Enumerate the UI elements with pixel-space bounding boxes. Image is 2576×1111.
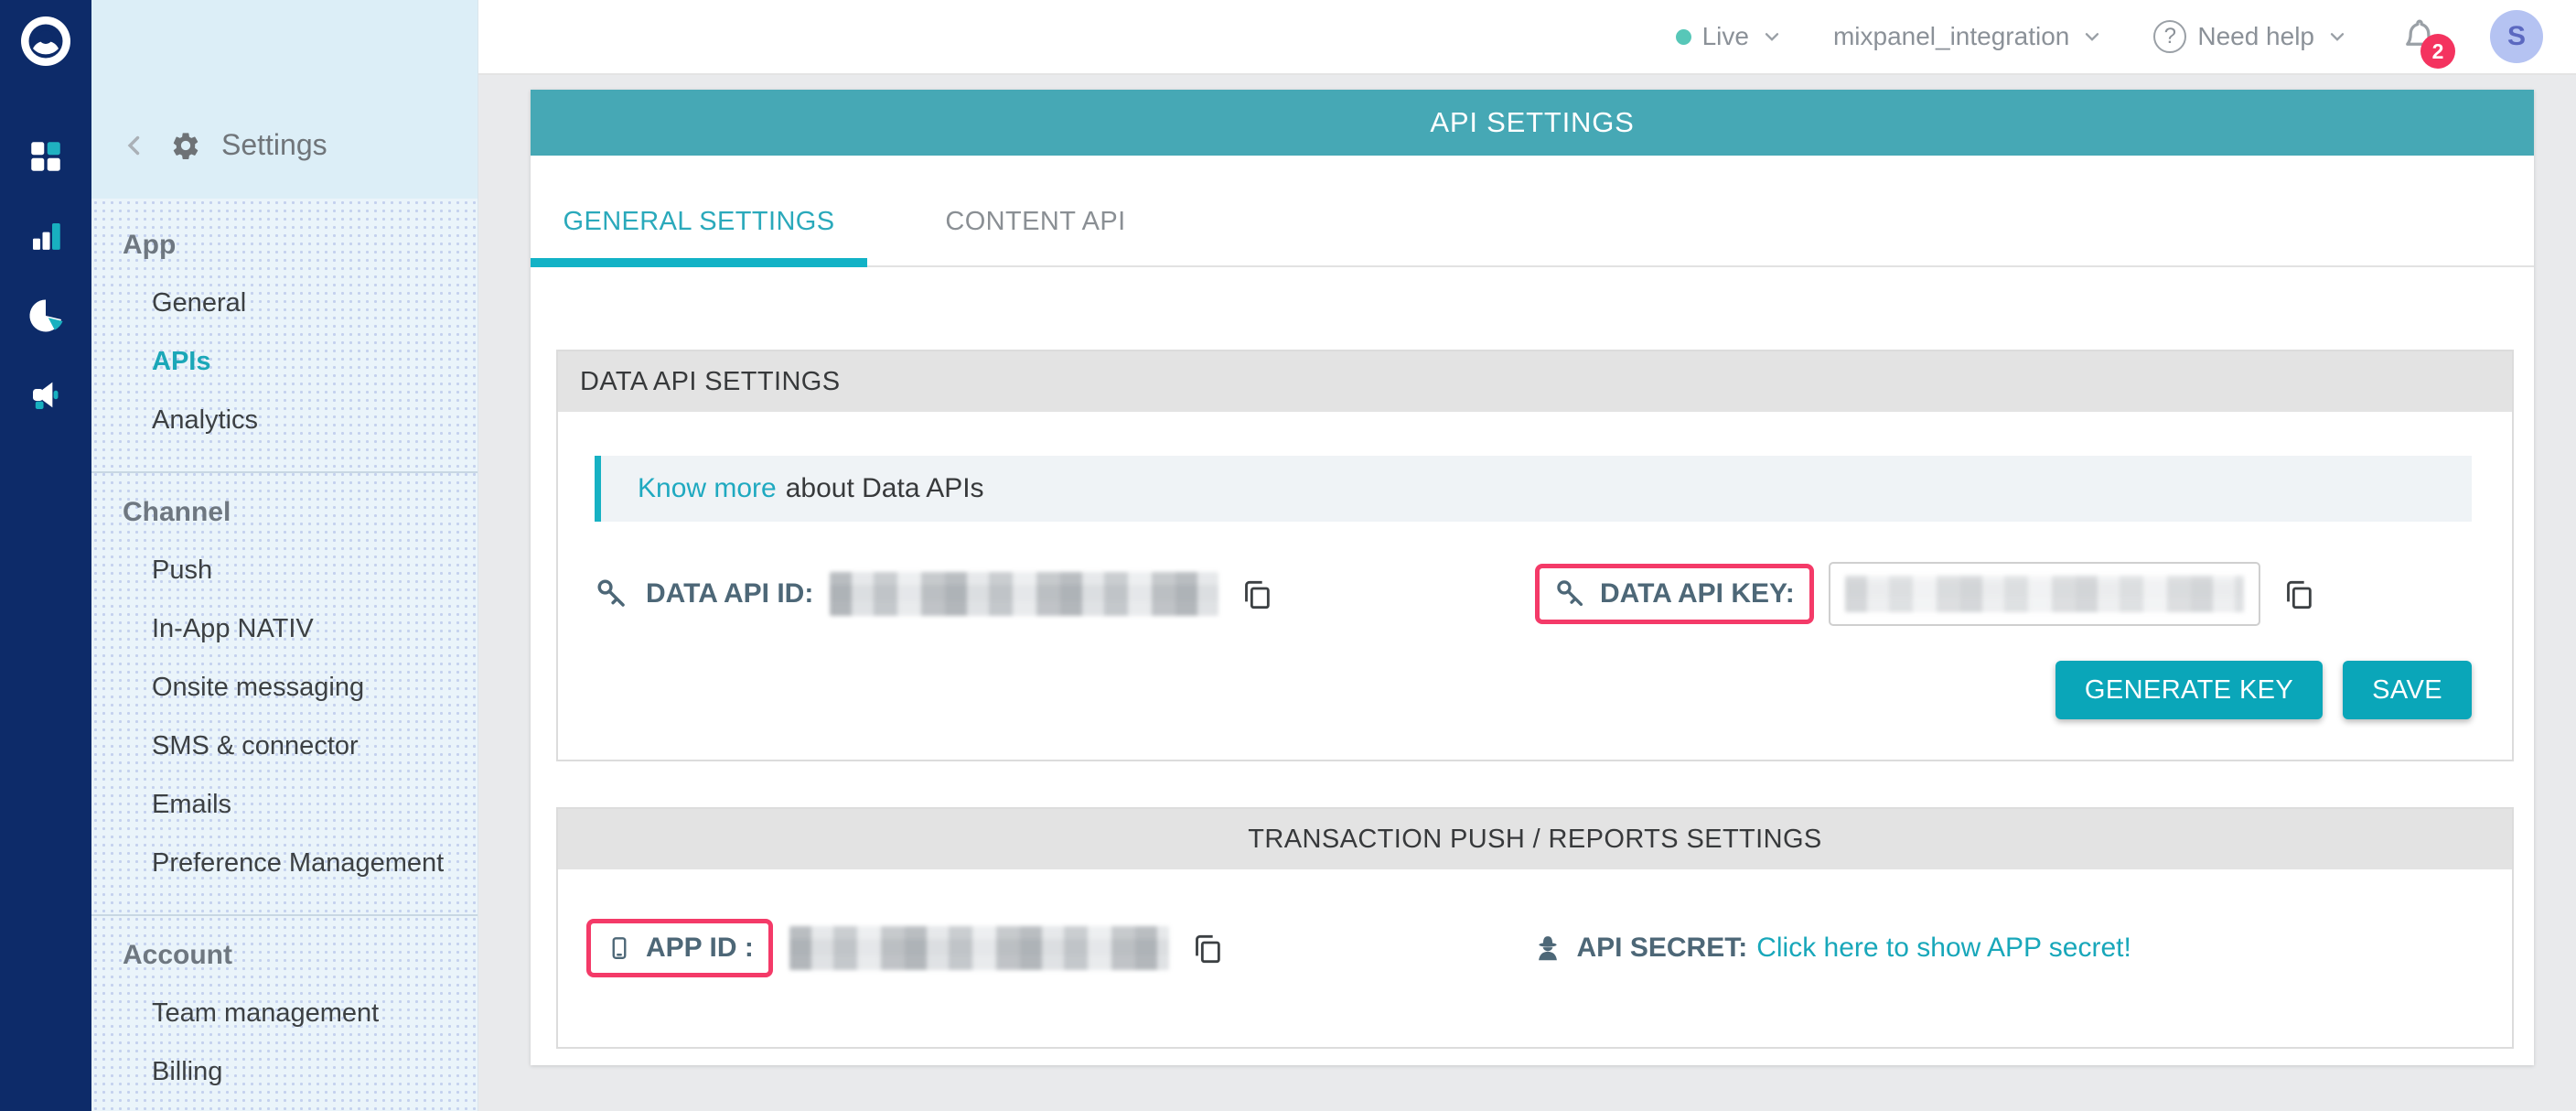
apps-grid-icon[interactable] [27,137,65,176]
top-bar: Live mixpanel_integration ? Need help 2 … [478,0,2576,75]
api-secret-label: API SECRET: [1577,933,1748,964]
app-id-label: APP ID : [646,933,754,964]
key-icon [1554,577,1587,610]
data-api-settings-section: DATA API SETTINGS Know more about Data A… [556,350,2514,761]
app-id-highlight-box: APP ID : [586,919,773,977]
sidebar-item-apis[interactable]: APIs [91,332,478,391]
know-more-link[interactable]: Know more [638,473,777,504]
gear-icon [170,130,201,161]
save-button[interactable]: SAVE [2343,661,2472,719]
know-more-banner: Know more about Data APIs [595,456,2472,522]
data-api-key-value-redacted [1845,576,2244,612]
project-selector[interactable]: mixpanel_integration [1833,22,2104,51]
environment-selector[interactable]: Live [1676,22,1784,51]
nav-section-account: Account [91,927,478,984]
api-secret-field: API SECRET: Click here to show APP secre… [1531,932,2476,965]
tab-general-settings[interactable]: GENERAL SETTINGS [531,156,867,265]
copy-icon[interactable] [1239,576,1275,612]
need-help-menu[interactable]: ? Need help [2153,20,2349,53]
main-content: API SETTINGS GENERAL SETTINGS CONTENT AP… [478,75,2576,1111]
app-id-value-redacted [789,926,1169,970]
app-id-field: APP ID : [586,919,1531,977]
transaction-settings-section: TRANSACTION PUSH / REPORTS SETTINGS APP … [556,807,2514,1049]
sidebar-item-push[interactable]: Push [91,541,478,599]
page-title: API SETTINGS [531,90,2534,156]
brand-logo-icon[interactable] [19,15,72,68]
sidebar-item-analytics[interactable]: Analytics [91,391,478,449]
nav-section-channel: Channel [91,484,478,541]
app-rail [0,0,91,1111]
megaphone-icon[interactable] [27,376,65,415]
copy-icon[interactable] [1189,930,1226,966]
data-api-key-label: DATA API KEY: [1600,578,1795,609]
show-app-secret-link[interactable]: Click here to show APP secret! [1756,933,2131,964]
sidebar-item-billing[interactable]: Billing [91,1042,478,1101]
pie-chart-icon[interactable] [27,297,65,335]
data-api-section-title: DATA API SETTINGS [558,351,2512,412]
phone-icon [606,934,633,962]
user-avatar[interactable]: S [2490,10,2543,63]
secret-agent-icon [1531,932,1564,965]
sidebar-item-team-management[interactable]: Team management [91,984,478,1042]
chevron-down-icon [1760,25,1784,49]
project-name: mixpanel_integration [1833,22,2069,51]
transaction-section-title: TRANSACTION PUSH / REPORTS SETTINGS [558,809,2512,869]
copy-icon[interactable] [2281,576,2317,612]
sidebar-title: Settings [221,128,327,162]
data-api-id-label: DATA API ID: [646,578,813,609]
data-api-key-input[interactable] [1829,562,2260,626]
key-icon [595,577,629,611]
chevron-down-icon [2080,25,2104,49]
data-api-id-field: DATA API ID: [595,572,1535,616]
sidebar-item-inapp-nativ[interactable]: In-App NATIV [91,599,478,658]
need-help-label: Need help [2197,22,2314,51]
tab-bar: GENERAL SETTINGS CONTENT API [531,156,2534,267]
nav-section-app: App [91,217,478,274]
sidebar-item-emails[interactable]: Emails [91,775,478,834]
help-icon: ? [2153,20,2186,53]
notification-count-badge: 2 [2420,34,2455,69]
bar-chart-icon[interactable] [27,217,65,255]
chevron-down-icon [2325,25,2349,49]
sidebar-item-sms-connector[interactable]: SMS & connector [91,717,478,775]
generate-key-button[interactable]: GENERATE KEY [2055,661,2323,719]
sidebar-nav: App General APIs Analytics Channel Push … [91,199,478,1111]
sidebar-item-onsite-messaging[interactable]: Onsite messaging [91,658,478,717]
data-api-key-highlight-box: DATA API KEY: [1535,564,1814,624]
data-api-key-field: DATA API KEY: [1535,562,2475,626]
rail-nav [0,137,91,415]
environment-label: Live [1702,22,1749,51]
tab-content-api[interactable]: CONTENT API [867,156,1204,265]
settings-sidebar: Settings App General APIs Analytics Chan… [91,0,478,1111]
sidebar-item-preference-management[interactable]: Preference Management [91,834,478,892]
live-status-dot [1676,29,1691,45]
back-chevron-icon[interactable] [119,130,150,161]
notifications-button[interactable]: 2 [2399,16,2441,58]
api-settings-card: API SETTINGS GENERAL SETTINGS CONTENT AP… [531,90,2534,1065]
sidebar-header: Settings [91,0,478,199]
data-api-id-value-redacted [830,572,1218,616]
sidebar-item-general[interactable]: General [91,274,478,332]
banner-text: about Data APIs [786,473,984,504]
